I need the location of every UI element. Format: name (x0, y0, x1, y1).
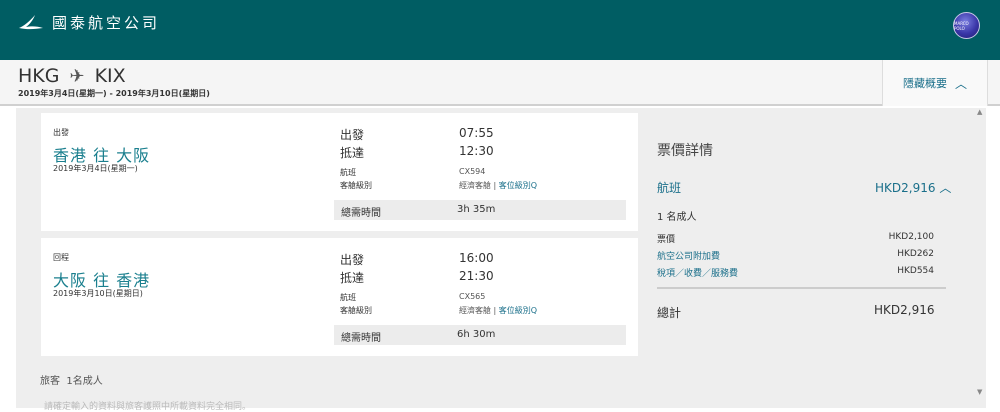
return-direction-label: 回程 (53, 253, 69, 262)
outbound-flight-card: 出發 香港 往 大阪 2019年3月4日(星期一) 出發 07:55 抵達 12… (41, 113, 638, 231)
fare-row-label-link[interactable]: 稅項／收費／服務費 (657, 266, 738, 279)
passport-footnote: 請確定輸入的資料與旅客護照中所載資料完全相同。 (44, 402, 252, 412)
member-badge-icon[interactable]: MARCO POLO (953, 12, 980, 39)
hide-summary-label: 隱藏概要 (902, 77, 947, 90)
route-origin: HKG (18, 65, 60, 87)
fare-title: 票價詳情 (657, 143, 713, 159)
member-badge-text: MARCO POLO (954, 20, 969, 31)
fare-details-panel: 票價詳情 航班 HKD2,916 ︿ 1 名成人 票價 HKD2,100 航空公… (640, 113, 958, 353)
fare-flight-toggle[interactable]: 航班 (657, 179, 681, 196)
return-date: 2019年3月10日(星期日) (53, 289, 143, 298)
outbound-flight-number: CX594 (459, 167, 486, 176)
plane-icon: ✈ (69, 65, 85, 87)
outbound-cabin-label: 客艙級別 (340, 181, 372, 190)
fare-row-label-link[interactable]: 航空公司附加費 (657, 249, 720, 262)
scroll-down-arrow-icon[interactable]: ▼ (977, 388, 982, 396)
top-header-bar: 國泰航空公司 MARCO POLO (0, 0, 1000, 60)
airline-logo[interactable]: 國泰航空公司 (18, 12, 160, 33)
outbound-arrive-label: 抵達 (340, 146, 365, 160)
travellers-value: 1名成人 (66, 376, 103, 387)
hide-summary-button[interactable]: 隱藏概要 ︿ (882, 60, 988, 106)
brushwing-logo-icon (19, 14, 43, 29)
outbound-cabin-value: 經濟客艙 | 客位級別Q (459, 180, 537, 191)
outbound-date: 2019年3月4日(星期一) (53, 164, 138, 173)
outbound-cabin-class: 經濟客艙 | (459, 181, 497, 190)
scroll-up-arrow-icon[interactable]: ▲ (977, 108, 982, 116)
route: HKG ✈ KIX (18, 65, 126, 87)
outbound-flight-label: 航班 (340, 168, 356, 177)
fare-row-label: 票價 (657, 235, 676, 245)
outbound-duration-label: 總需時間 (341, 208, 381, 219)
route-summary-bar: HKG ✈ KIX 2019年3月4日(星期一) - 2019年3月10日(星期… (0, 60, 1000, 106)
outbound-depart-time: 07:55 (459, 126, 494, 140)
return-fare-class-link[interactable]: 客位級別Q (499, 306, 537, 315)
return-cabin-value: 經濟客艙 | 客位級別Q (459, 305, 537, 316)
return-arrive-label: 抵達 (340, 271, 365, 285)
return-cabin-label: 客艙級別 (340, 306, 372, 315)
outbound-duration-strip: 總需時間 3h 35m (334, 200, 626, 220)
outbound-depart-label: 出發 (340, 128, 365, 142)
return-duration: 6h 30m (457, 329, 496, 340)
return-cabin-class: 經濟客艙 | (459, 306, 497, 315)
fare-flight-amount[interactable]: HKD2,916 ︿ (875, 179, 951, 196)
fare-row-amount: HKD2,100 (888, 232, 934, 242)
return-duration-strip: 總需時間 6h 30m (334, 325, 626, 345)
fare-divider (657, 287, 946, 289)
route-destination: KIX (94, 65, 126, 87)
outbound-duration: 3h 35m (457, 204, 496, 215)
return-depart-label: 出發 (340, 253, 365, 267)
outbound-arrive-time: 12:30 (459, 144, 494, 158)
fare-total-label: 總計 (657, 306, 682, 320)
fare-passenger-count: 1 名成人 (657, 212, 697, 223)
return-flight-label: 航班 (340, 293, 356, 302)
return-arrive-time: 21:30 (459, 269, 494, 283)
fare-row-amount: HKD262 (897, 249, 934, 259)
route-dates: 2019年3月4日(星期一) - 2019年3月10日(星期日) (18, 89, 210, 98)
fare-row-amount: HKD554 (897, 266, 934, 276)
chevron-up-icon: ︿ (954, 76, 967, 91)
airline-name: 國泰航空公司 (52, 14, 161, 32)
fare-total-amount: HKD2,916 (874, 303, 935, 317)
return-depart-time: 16:00 (459, 251, 494, 265)
scrollbar[interactable]: ▲ ▼ (975, 108, 987, 400)
return-flight-number: CX565 (459, 292, 486, 301)
return-duration-label: 總需時間 (341, 333, 381, 344)
travellers-summary: 旅客 1名成人 (40, 372, 103, 387)
travellers-label: 旅客 (40, 376, 60, 387)
outbound-direction-label: 出發 (53, 128, 69, 137)
return-flight-card: 回程 大阪 往 香港 2019年3月10日(星期日) 出發 16:00 抵達 2… (41, 238, 638, 356)
chevron-up-icon: ︿ (939, 181, 952, 195)
outbound-fare-class-link[interactable]: 客位級別Q (499, 181, 537, 190)
fare-flight-amount-value: HKD2,916 (875, 181, 936, 195)
